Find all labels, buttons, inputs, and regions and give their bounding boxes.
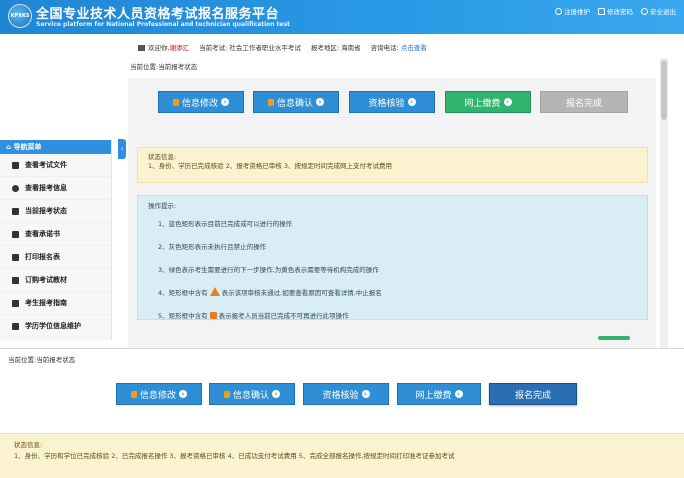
- qualification-check-button[interactable]: 资格核验 ›: [349, 91, 435, 113]
- logout-link[interactable]: 安全退出: [641, 6, 676, 16]
- lock-icon: [267, 98, 274, 106]
- top-links: 注册维护 修改密码 安全退出: [555, 6, 676, 16]
- info-icon: [12, 184, 19, 192]
- breadcrumb: 当前位置:当前报考状态: [130, 63, 198, 71]
- sidebar-item-print-form[interactable]: 打印报名表: [0, 246, 111, 269]
- page-title: 全国专业技术人员资格考试报名服务平台: [36, 7, 280, 22]
- welcome-text: 欢迎你,谢添汇: [138, 42, 189, 52]
- graduation-cap-icon: [12, 322, 19, 330]
- sidebar-item-status[interactable]: 当前报考状态: [0, 200, 111, 223]
- current-exam: 当前考试: 社会工作者职业水平考试: [199, 44, 301, 52]
- info-edit-button[interactable]: 信息修改 ›: [158, 91, 244, 113]
- online-payment-button-2[interactable]: 网上缴费 ›: [397, 383, 481, 405]
- info-icon: [555, 7, 562, 15]
- warning-icon: [209, 287, 220, 296]
- arrow-right-icon: ›: [454, 390, 463, 398]
- arrow-right-icon: ›: [179, 390, 187, 398]
- arrow-right-icon: ›: [272, 390, 280, 398]
- scrollbar[interactable]: [660, 58, 668, 348]
- register-maintain-link[interactable]: 注册维护: [555, 6, 590, 16]
- ops-line: 1、蓝色矩形表示目前已完成或可以进行的操作: [158, 220, 293, 228]
- consult-phone: 咨询电话: 点击查看: [370, 44, 427, 52]
- lock-icon: [130, 390, 137, 398]
- list-icon: [12, 230, 19, 238]
- edit-icon: [598, 7, 605, 15]
- scroll-thumb[interactable]: [661, 60, 667, 120]
- ops-line: 3、绿色表示考生需要进行的下一步操作,为黄色表示需要等待机构完成的操作: [158, 266, 379, 274]
- document-icon: [12, 161, 19, 169]
- lock-icon: [172, 98, 179, 106]
- status-text: 1、身份、学历已完成核验 2、报考资格已审核 3、按规定时间完成网上支付考试费用: [148, 162, 393, 170]
- sidebar-item-exam-files[interactable]: 查看考试文件: [0, 154, 111, 177]
- sidebar-item-order-books[interactable]: 订购考试教材: [0, 269, 111, 292]
- qualification-check-button-2[interactable]: 资格核验 ›: [303, 383, 389, 405]
- registration-complete-button-2[interactable]: 报名完成: [489, 383, 577, 405]
- user-info-bar: 欢迎你,谢添汇 当前考试: 社会工作者职业水平考试 报考地区: 海南省 咨询电话…: [138, 42, 427, 52]
- arrow-right-icon: ›: [316, 98, 324, 106]
- info-confirm-button-2[interactable]: 信息确认 ›: [209, 383, 295, 405]
- power-icon: [641, 7, 648, 15]
- arrow-right-icon: ›: [503, 98, 512, 106]
- operation-tips-box: 操作提示: 1、蓝色矩形表示目前已完成或可以进行的操作 2、灰色矩形表示未执行且…: [137, 195, 648, 320]
- sidebar: ⌂ 导航菜单 查看考试文件 查看报考信息 当前报考状态 查看承诺书 打印报名表 …: [0, 140, 112, 340]
- sidebar-item-degree-info[interactable]: 学历学位信息维护: [0, 315, 111, 338]
- phone-link[interactable]: 点击查看: [401, 44, 427, 52]
- status-info-box: 状态信息: 1、身份、学历已完成核验 2、报考资格已审核 3、按规定时间完成网上…: [137, 147, 648, 183]
- header-bar: KPXKS 全国专业技术人员资格考试报名服务平台 Service platfor…: [0, 0, 684, 34]
- progress-indicator: [598, 336, 630, 340]
- online-payment-button[interactable]: 网上缴费 ›: [445, 91, 531, 113]
- breadcrumb-2: 当前位置:当前报考状态: [8, 356, 76, 364]
- cart-icon: [12, 276, 19, 284]
- ops-line: 2、灰色矩形表示未执行且禁止的操作: [158, 243, 267, 251]
- info-edit-button-2[interactable]: 信息修改 ›: [116, 383, 202, 405]
- bottom-status-box: 状态信息: 1、身份、学历和学位已完成核验 2、已完成报名操作 3、报考资格已审…: [0, 433, 684, 478]
- change-password-link[interactable]: 修改密码: [598, 6, 633, 16]
- pen-icon: [12, 299, 19, 307]
- status-title: 状态信息:: [148, 153, 177, 161]
- sidebar-collapse-toggle[interactable]: ‹: [118, 139, 126, 159]
- arrow-right-icon: ›: [407, 98, 416, 106]
- monitor-icon: [12, 207, 19, 215]
- page-subtitle: Service platform for National Profession…: [36, 21, 291, 28]
- sidebar-item-commitment[interactable]: 查看承诺书: [0, 223, 111, 246]
- registration-complete-button: 报名完成: [540, 91, 628, 113]
- print-icon: [12, 253, 19, 261]
- logo: KPXKS: [8, 4, 32, 28]
- lock-icon: [223, 390, 230, 398]
- sidebar-item-exam-info[interactable]: 查看报考信息: [0, 177, 111, 200]
- arrow-right-icon: ›: [221, 98, 229, 106]
- lock-icon: [209, 312, 217, 319]
- bottom-status-text: 1、身份、学历和学位已完成核验 2、已完成报名操作 3、报考资格已审核 4、已成…: [14, 452, 455, 460]
- bottom-status-title: 状态信息:: [14, 441, 43, 449]
- user-name: 谢添汇: [169, 44, 190, 52]
- nav-menu-header: ⌂ 导航菜单: [0, 140, 111, 154]
- ops-title: 操作提示:: [148, 202, 177, 210]
- ops-line: 4、矩形框中含有 表示该项审核未通过,如要查看原因可查看详情,中止报名: [158, 287, 382, 297]
- sidebar-item-guide[interactable]: 考生报考指南: [0, 292, 111, 315]
- home-icon: [138, 45, 145, 51]
- exam-region: 报考地区: 海南省: [310, 44, 361, 52]
- arrow-right-icon: ›: [361, 390, 370, 398]
- info-confirm-button[interactable]: 信息确认 ›: [253, 91, 339, 113]
- ops-line: 5、矩形框中含有 表示报考人员当前已完成不可再进行此项操作: [158, 312, 349, 320]
- divider: [0, 348, 684, 349]
